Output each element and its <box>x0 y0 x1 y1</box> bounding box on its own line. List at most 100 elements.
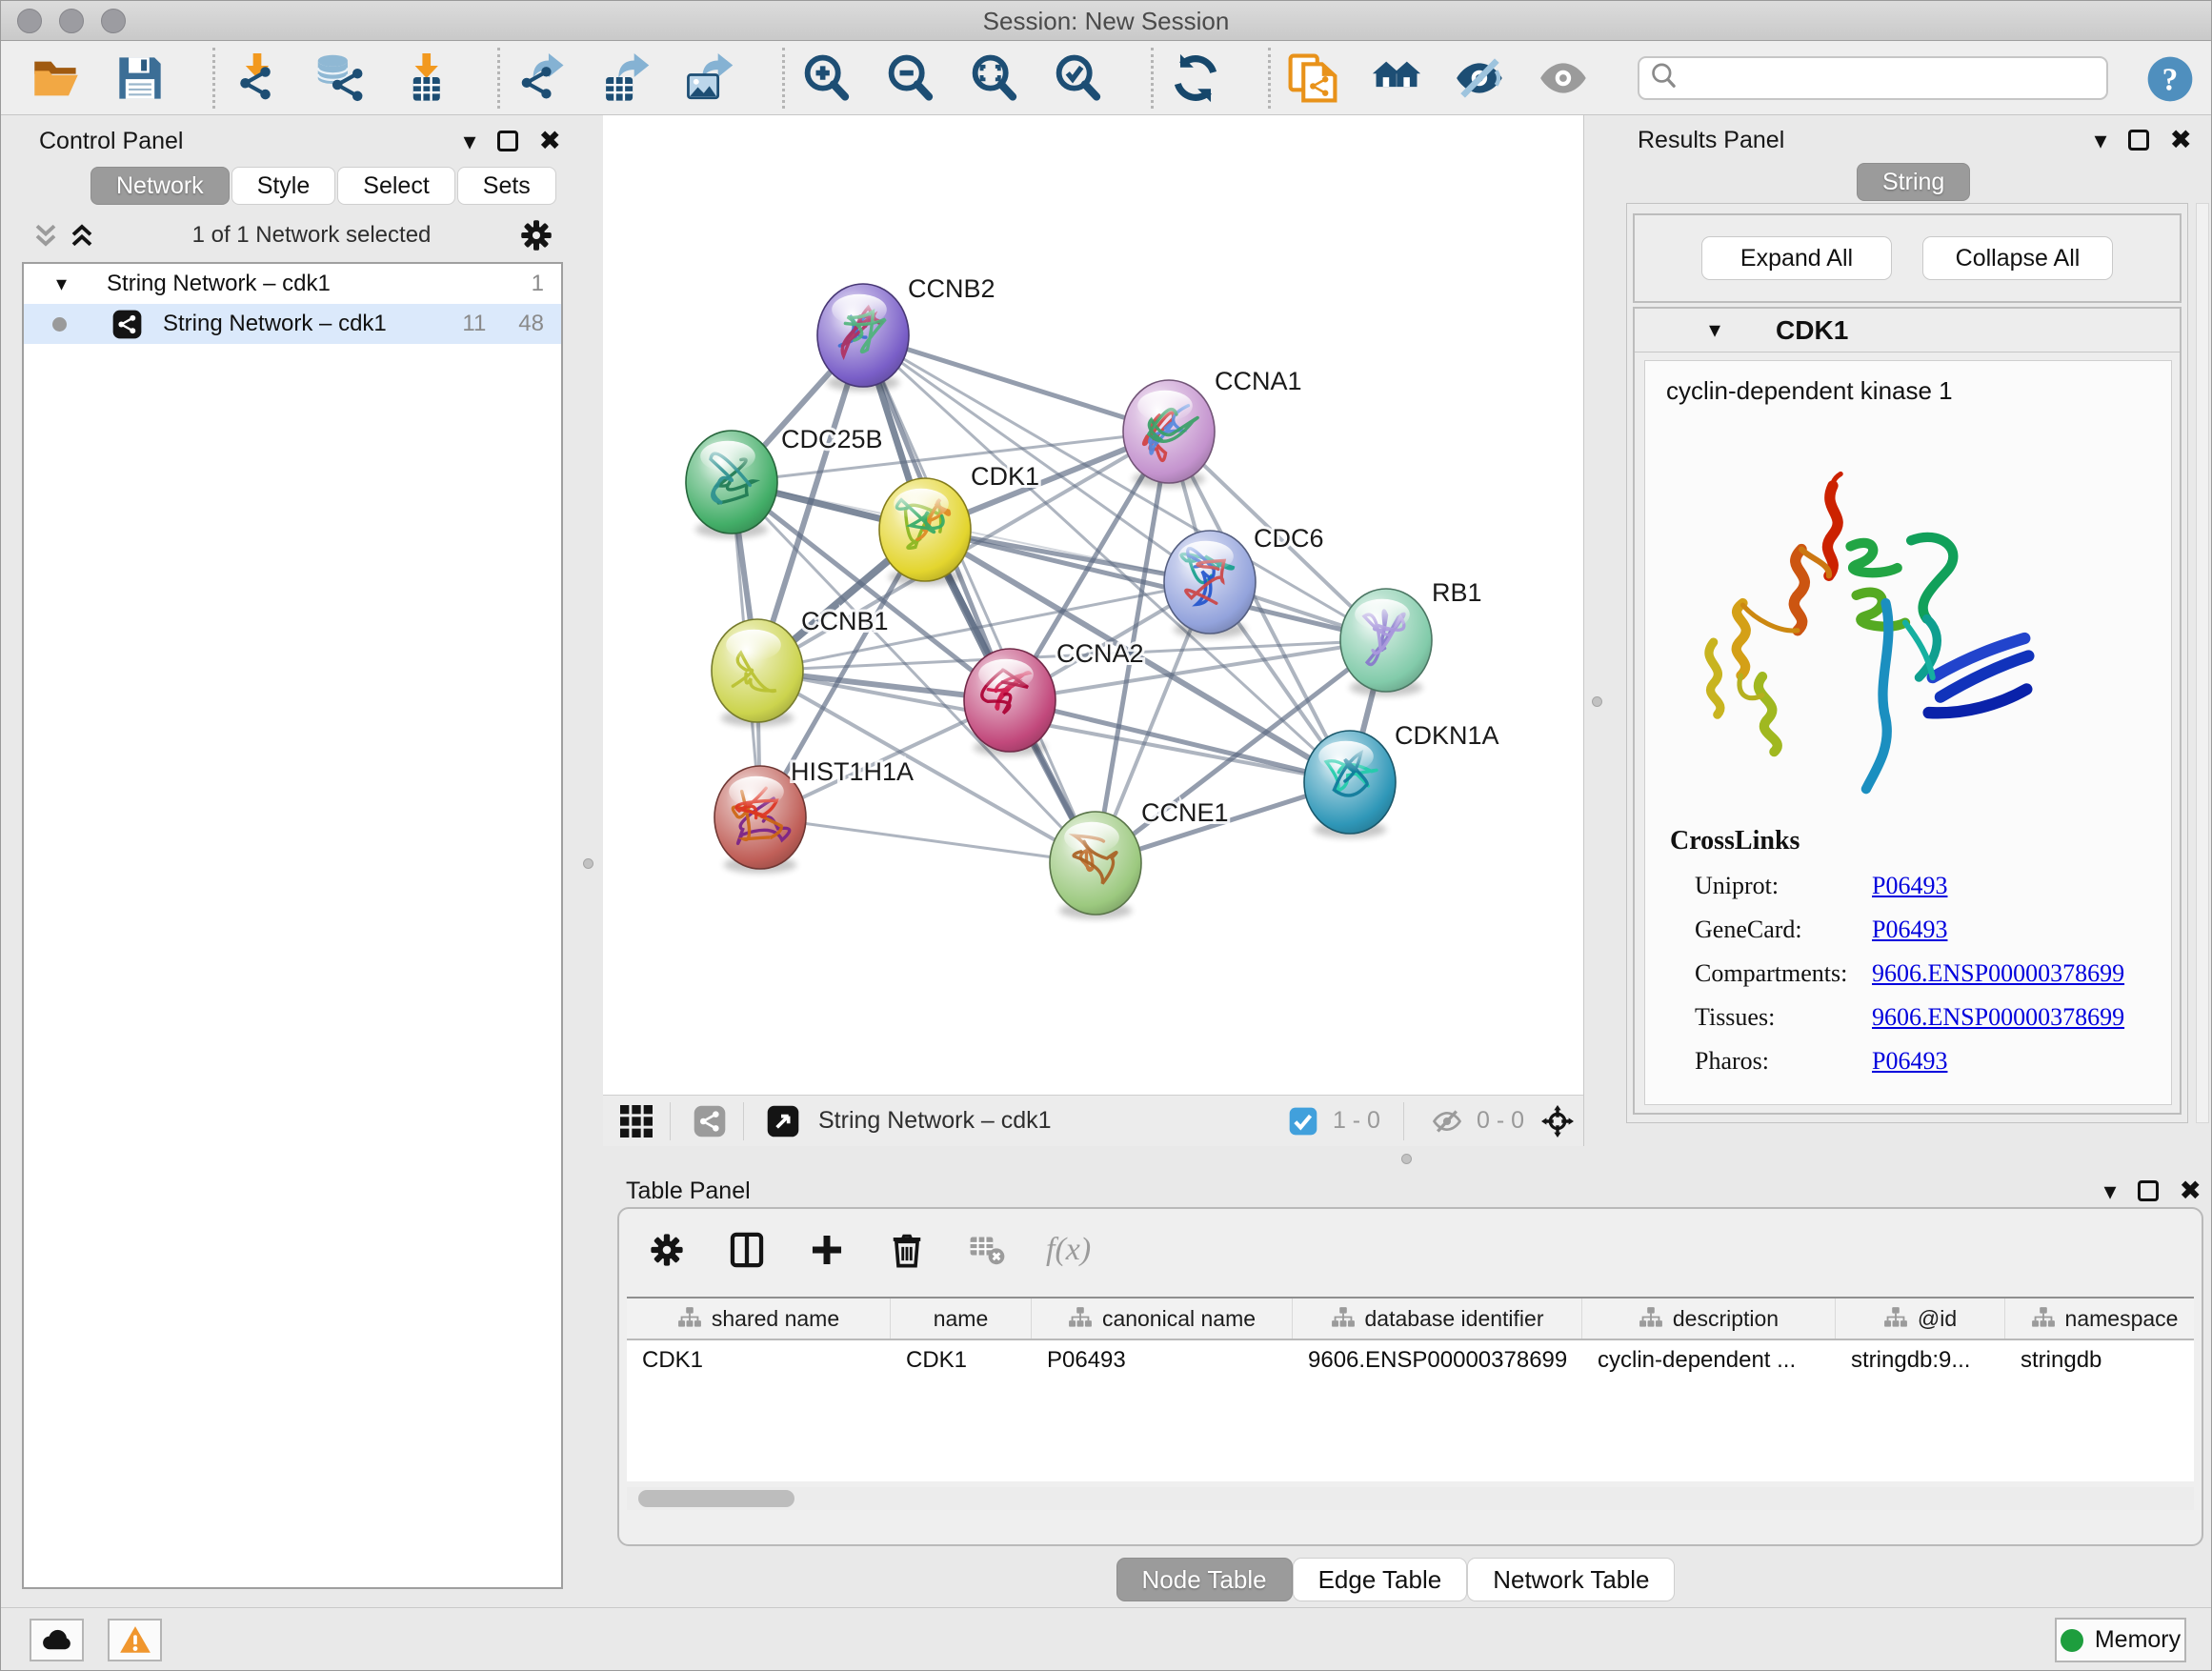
horizontal-splitter-handle[interactable] <box>1401 1154 1412 1164</box>
network-node-CCNB1[interactable] <box>712 619 803 727</box>
tab-string[interactable]: String <box>1857 163 1970 201</box>
delete-row-icon[interactable] <box>886 1229 928 1271</box>
tab-node-table[interactable]: Node Table <box>1116 1558 1293 1601</box>
show-all-icon[interactable] <box>1538 51 1591 105</box>
panel-menu-icon[interactable]: ▾ <box>2094 128 2106 152</box>
table-cell[interactable]: stringdb:9... <box>1836 1340 2005 1380</box>
crosslink-row: Uniprot:P06493 <box>1670 872 2124 900</box>
network-tree-row[interactable]: String Network – cdk11148 <box>24 304 561 344</box>
collapse-all-button[interactable]: Collapse All <box>1922 236 2113 280</box>
crosslink-link[interactable]: P06493 <box>1872 1047 1947 1076</box>
table-horizontal-scrollbar[interactable] <box>627 1487 2194 1510</box>
column-header--id[interactable]: @id <box>1836 1299 2005 1339</box>
table-cell[interactable]: stringdb <box>2005 1340 2194 1380</box>
float-panel-icon[interactable] <box>2128 130 2149 151</box>
crosslink-row: GeneCard:P06493 <box>1670 916 2124 944</box>
column-header-namespace[interactable]: namespace <box>2005 1299 2194 1339</box>
add-row-icon[interactable] <box>806 1229 848 1271</box>
export-table-icon[interactable] <box>599 51 653 105</box>
help-button[interactable]: ? <box>2146 55 2194 103</box>
import-table-file-icon[interactable] <box>398 51 452 105</box>
network-tree-row[interactable]: ▾String Network – cdk11 <box>24 264 561 304</box>
tab-edge-table[interactable]: Edge Table <box>1293 1558 1468 1601</box>
grid-mode-icon[interactable] <box>616 1101 656 1141</box>
network-node-RB1[interactable] <box>1340 589 1432 696</box>
crosslink-link[interactable]: 9606.ENSP00000378699 <box>1872 1003 2124 1032</box>
table-cell[interactable]: CDK1 <box>627 1340 891 1380</box>
close-panel-icon[interactable]: ✖ <box>2170 127 2192 153</box>
tab-network-table[interactable]: Network Table <box>1467 1558 1675 1601</box>
zoom-in-icon[interactable] <box>800 51 854 105</box>
network-node-CDC6[interactable] <box>1164 531 1256 638</box>
column-header-database-identifier[interactable]: database identifier <box>1293 1299 1582 1339</box>
float-panel-icon[interactable] <box>497 131 518 151</box>
close-panel-icon[interactable]: ✖ <box>2180 1178 2202 1204</box>
collapse-all-networks-icon[interactable] <box>31 221 60 250</box>
change-network-home-icon[interactable] <box>1370 51 1423 105</box>
column-header-shared-name[interactable]: shared name <box>627 1299 891 1339</box>
hide-selected-icon[interactable] <box>1454 51 1507 105</box>
save-session-icon[interactable] <box>113 51 167 105</box>
column-header-description[interactable]: description <box>1582 1299 1836 1339</box>
close-panel-icon[interactable]: ✖ <box>539 128 561 154</box>
open-session-icon[interactable] <box>30 51 83 105</box>
left-splitter-handle[interactable] <box>583 858 593 869</box>
search-field[interactable] <box>1638 56 2108 100</box>
expand-all-networks-icon[interactable] <box>68 221 96 250</box>
network-edge[interactable] <box>863 335 1169 432</box>
birdseye-view-icon[interactable] <box>763 1101 803 1141</box>
table-cell[interactable]: 9606.ENSP00000378699 <box>1293 1340 1582 1380</box>
expand-all-button[interactable]: Expand All <box>1701 236 1892 280</box>
network-edge[interactable] <box>760 817 1096 863</box>
results-scrollbar[interactable] <box>2196 203 2209 1123</box>
refresh-view-icon[interactable] <box>1169 51 1222 105</box>
tree-expander-icon[interactable]: ▾ <box>56 272 67 296</box>
warning-status-button[interactable] <box>108 1619 162 1661</box>
zoom-fit-icon[interactable] <box>968 51 1021 105</box>
crosslink-link[interactable]: P06493 <box>1872 872 1947 900</box>
network-canvas[interactable]: CCNB2CCNA1CDC25BCDK1CDC6RB1CCNB1CCNA2CDK… <box>603 115 1584 1095</box>
column-header-canonical-name[interactable]: canonical name <box>1032 1299 1293 1339</box>
search-input[interactable] <box>1679 60 2106 96</box>
import-network-file-icon[interactable] <box>231 51 284 105</box>
control-panel-title: Control Panel <box>39 128 183 155</box>
clone-network-icon[interactable] <box>1286 51 1339 105</box>
network-view[interactable]: CCNB2CCNA1CDC25BCDK1CDC6RB1CCNB1CCNA2CDK… <box>603 115 1584 1146</box>
right-splitter-handle[interactable] <box>1592 696 1602 707</box>
toggle-columns-icon[interactable] <box>726 1229 768 1271</box>
import-network-database-icon[interactable] <box>314 51 368 105</box>
table-settings-icon[interactable] <box>646 1229 688 1271</box>
tab-select[interactable]: Select <box>337 167 454 205</box>
cloud-status-button[interactable] <box>30 1619 84 1661</box>
panel-menu-icon[interactable]: ▾ <box>463 129 475 153</box>
zoom-selected-icon[interactable] <box>1052 51 1105 105</box>
tab-sets[interactable]: Sets <box>457 167 556 205</box>
memory-button[interactable]: Memory <box>2055 1618 2186 1662</box>
network-node-CCNA1[interactable] <box>1123 380 1215 488</box>
table-row[interactable]: CDK1CDK1P064939606.ENSP00000378699cyclin… <box>627 1340 2194 1380</box>
tab-network[interactable]: Network <box>90 167 230 205</box>
panel-menu-icon[interactable]: ▾ <box>2103 1178 2116 1203</box>
network-node-CDC25B[interactable] <box>686 431 777 538</box>
column-header-name[interactable]: name <box>891 1299 1032 1339</box>
scrollbar-thumb[interactable] <box>638 1490 794 1507</box>
export-image-icon[interactable] <box>683 51 736 105</box>
table-cell[interactable]: P06493 <box>1032 1340 1293 1380</box>
network-node-CDKN1A[interactable] <box>1304 731 1396 838</box>
export-network-icon[interactable] <box>515 51 569 105</box>
tab-style[interactable]: Style <box>231 167 336 205</box>
network-badge-gray-icon[interactable] <box>690 1101 730 1141</box>
network-options-gear-icon[interactable] <box>519 218 553 252</box>
network-node-CCNE1[interactable] <box>1050 812 1141 919</box>
float-panel-icon[interactable] <box>2138 1180 2159 1201</box>
crosslink-link[interactable]: 9606.ENSP00000378699 <box>1872 959 2124 988</box>
fit-content-crosshair-icon[interactable] <box>1538 1101 1578 1141</box>
selected-items-checkbox[interactable] <box>1283 1101 1323 1141</box>
table-cell[interactable]: cyclin-dependent ... <box>1582 1340 1836 1380</box>
shared-column-tree-icon <box>2031 1306 2056 1331</box>
table-cell[interactable]: CDK1 <box>891 1340 1032 1380</box>
zoom-out-icon[interactable] <box>884 51 937 105</box>
crosslink-label: GeneCard: <box>1695 916 1872 944</box>
entry-collapse-icon[interactable]: ▾ <box>1709 316 1720 344</box>
crosslink-link[interactable]: P06493 <box>1872 916 1947 944</box>
